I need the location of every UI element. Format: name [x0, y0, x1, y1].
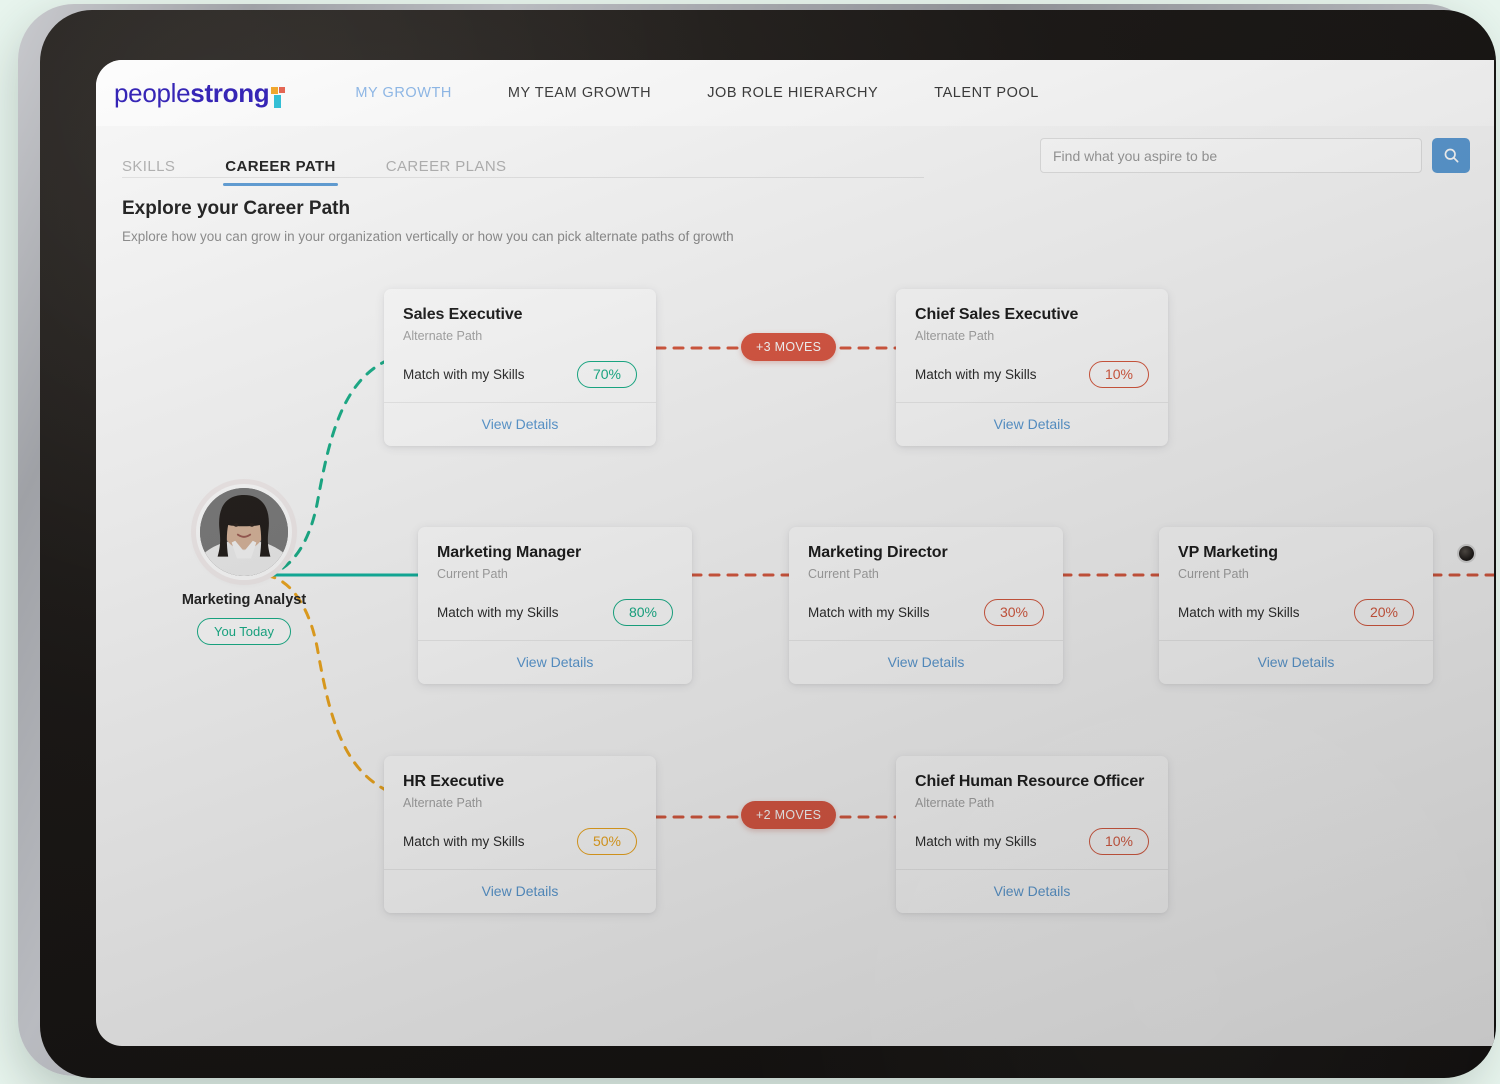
role-card-title: Marketing Manager	[437, 544, 582, 561]
tablet-body: people strong MY GROWTH MY TEAM GROWTH JO…	[40, 10, 1496, 1078]
role-card-vp-marketing[interactable]: VP Marketing Current Path Match with my …	[1159, 527, 1433, 685]
view-details-link[interactable]: View Details	[403, 403, 637, 446]
role-card-marketing-manager[interactable]: Marketing Manager Current Path Match wit…	[418, 527, 692, 685]
role-card-match-row: Match with my Skills 10%	[915, 361, 1149, 402]
role-card-sales-executive[interactable]: Sales Executive Alternate Path Match wit…	[384, 289, 656, 447]
role-card-match-row: Match with my Skills 20%	[1178, 599, 1414, 640]
page-title: Explore your Career Path	[122, 198, 351, 219]
role-card-match-row: Match with my Skills 50%	[403, 828, 637, 869]
role-card-title: Chief Sales Executive	[915, 306, 1079, 323]
match-percentage-badge: 30%	[983, 599, 1044, 627]
role-card-title: Chief Human Resource Officer	[915, 773, 1145, 790]
career-path-canvas: Marketing Analyst You Today Sales Execut…	[96, 244, 1494, 1004]
role-card-path-type: Alternate Path	[403, 796, 483, 810]
match-percentage-badge: 80%	[612, 599, 673, 627]
nav-tab-talent-pool[interactable]: TALENT POOL	[906, 85, 1067, 101]
role-card-hr-executive[interactable]: HR Executive Alternate Path Match with m…	[384, 756, 656, 914]
nav-tab-my-team-growth[interactable]: MY TEAM GROWTH	[480, 85, 679, 101]
role-card-match-row: Match with my Skills 30%	[808, 599, 1044, 640]
role-card-path-type: Alternate Path	[915, 329, 995, 343]
page-header: Explore your Career Path Explore how you…	[96, 186, 1494, 244]
role-card-path-type: Current Path	[808, 567, 879, 581]
view-details-link[interactable]: View Details	[808, 641, 1044, 684]
nav-tab-job-role-hierarchy[interactable]: JOB ROLE HIERARCHY	[679, 85, 906, 101]
role-card-title: Sales Executive	[403, 306, 523, 323]
match-percentage-badge: 20%	[1353, 599, 1414, 627]
match-label: Match with my Skills	[915, 834, 1037, 850]
role-card-path-type: Alternate Path	[403, 329, 483, 343]
role-card-marketing-director[interactable]: Marketing Director Current Path Match wi…	[789, 527, 1063, 685]
role-card-chief-human-resource-officer[interactable]: Chief Human Resource Officer Alternate P…	[896, 756, 1168, 914]
role-card-match-row: Match with my Skills 10%	[915, 828, 1149, 869]
match-percentage-badge: 10%	[1088, 361, 1149, 389]
role-card-path-type: Current Path	[1178, 567, 1249, 581]
tablet-frame-outer: people strong MY GROWTH MY TEAM GROWTH JO…	[18, 4, 1496, 1078]
status-badge: You Today	[196, 618, 291, 645]
match-label: Match with my Skills	[437, 605, 559, 621]
match-label: Match with my Skills	[915, 367, 1037, 383]
view-details-link[interactable]: View Details	[403, 870, 637, 913]
current-role-title: Marketing Analyst	[181, 592, 307, 608]
match-label: Match with my Skills	[808, 605, 930, 621]
search-button[interactable]	[1432, 138, 1470, 173]
logo-text-bold: strong	[190, 77, 270, 108]
avatar	[196, 484, 292, 580]
role-card-title: HR Executive	[403, 773, 505, 790]
sub-navigation-bar: SKILLS CAREER PATH CAREER PLANS	[96, 126, 1494, 186]
current-role-node[interactable]: Marketing Analyst You Today	[149, 484, 339, 645]
role-card-path-type: Current Path	[437, 567, 508, 581]
role-card-match-row: Match with my Skills 70%	[403, 361, 637, 402]
page-subtitle: Explore how you can grow in your organiz…	[122, 229, 734, 244]
role-card-title: Marketing Director	[808, 544, 948, 561]
search-input[interactable]	[1040, 138, 1422, 173]
match-label: Match with my Skills	[403, 834, 525, 850]
camera-icon	[1459, 546, 1474, 561]
match-label: Match with my Skills	[1178, 605, 1300, 621]
nav-tab-my-growth[interactable]: MY GROWTH	[327, 85, 480, 101]
view-details-link[interactable]: View Details	[437, 641, 673, 684]
avatar-photo	[200, 488, 288, 576]
top-navigation-bar: people strong MY GROWTH MY TEAM GROWTH JO…	[96, 60, 1494, 126]
logo-mark-icon	[271, 86, 287, 109]
sub-tabs: SKILLS CAREER PATH CAREER PLANS	[122, 126, 556, 186]
primary-nav-tabs: MY GROWTH MY TEAM GROWTH JOB ROLE HIERAR…	[327, 85, 1067, 101]
view-details-link[interactable]: View Details	[915, 403, 1149, 446]
search-icon	[1444, 148, 1458, 163]
match-percentage-badge: 10%	[1088, 828, 1149, 856]
person-avatar-icon	[200, 488, 288, 576]
peoplestrong-logo[interactable]: people strong	[114, 78, 287, 109]
app-screen: people strong MY GROWTH MY TEAM GROWTH JO…	[96, 60, 1494, 1046]
tab-career-path[interactable]: CAREER PATH	[223, 158, 338, 186]
search-area	[1040, 138, 1470, 173]
moves-badge-bottom: +2 MOVES	[741, 801, 837, 829]
moves-badge-top: +3 MOVES	[741, 333, 837, 361]
role-card-path-type: Alternate Path	[915, 796, 995, 810]
tab-career-plans[interactable]: CAREER PLANS	[386, 158, 507, 186]
role-card-match-row: Match with my Skills 80%	[437, 599, 673, 640]
role-card-title: VP Marketing	[1178, 544, 1278, 561]
match-label: Match with my Skills	[403, 367, 525, 383]
match-percentage-badge: 50%	[576, 828, 637, 856]
view-details-link[interactable]: View Details	[915, 870, 1149, 913]
logo-text-light: people	[114, 77, 191, 108]
match-percentage-badge: 70%	[576, 361, 637, 389]
view-details-link[interactable]: View Details	[1178, 641, 1414, 684]
role-card-chief-sales-executive[interactable]: Chief Sales Executive Alternate Path Mat…	[896, 289, 1168, 447]
tab-skills[interactable]: SKILLS	[122, 158, 175, 186]
